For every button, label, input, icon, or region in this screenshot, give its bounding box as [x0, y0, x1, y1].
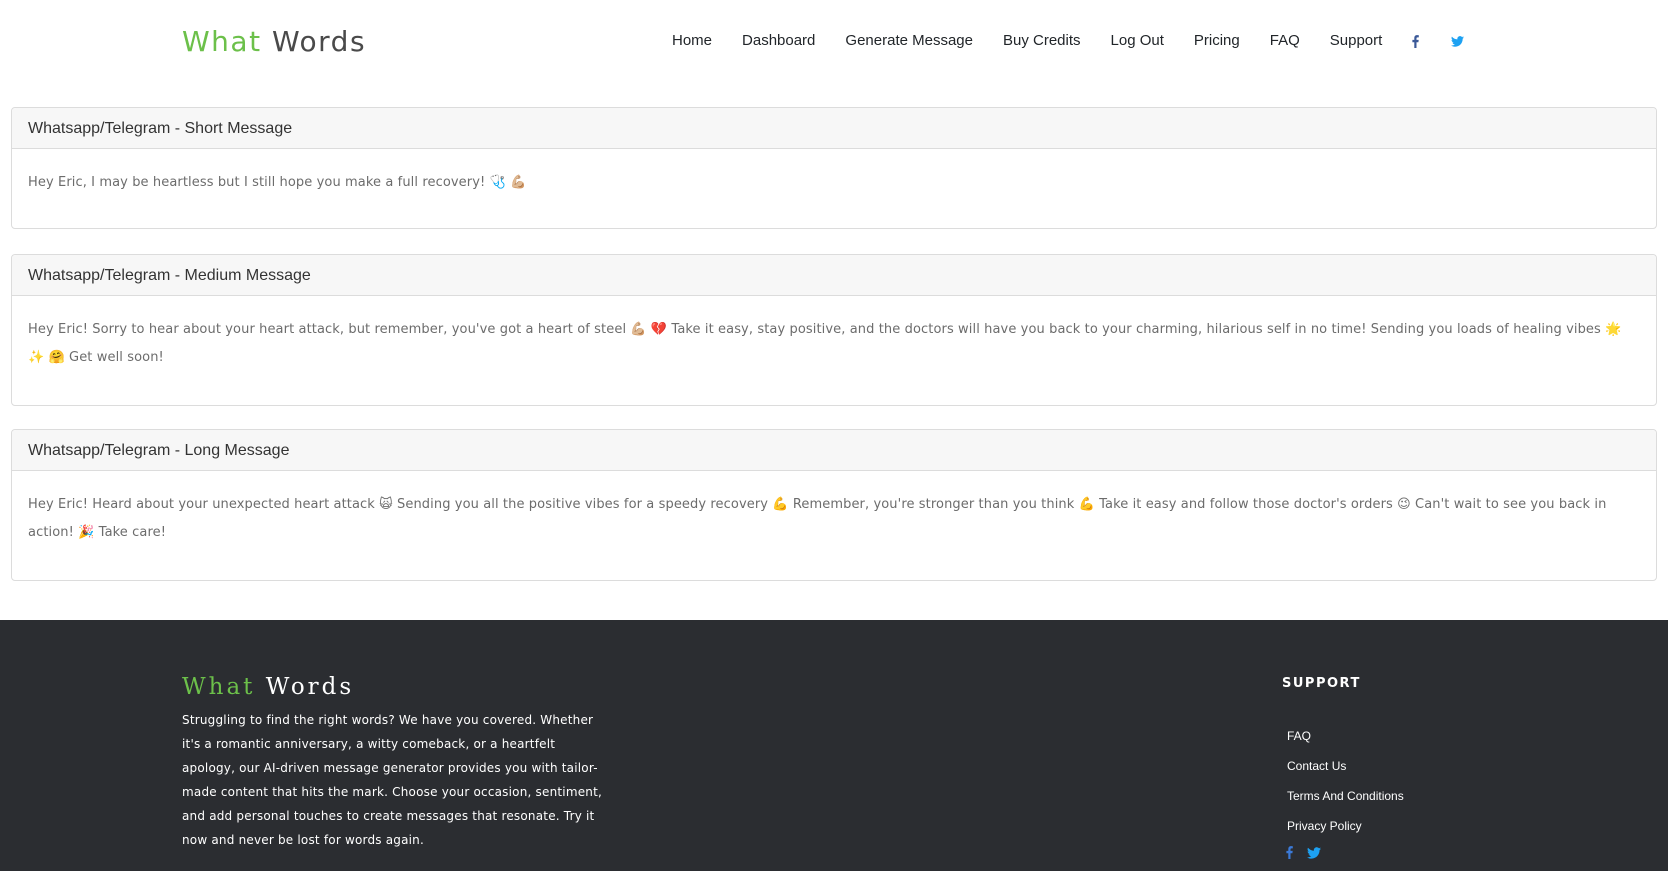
footer-privacy-link[interactable]: Privacy Policy [1287, 819, 1362, 833]
medium-message-card: Whatsapp/Telegram - Medium Message Hey E… [11, 254, 1657, 406]
nav-buy-credits-link[interactable]: Buy Credits [1003, 26, 1081, 56]
logo-word-words: Words [271, 25, 367, 58]
long-message-text: Hey Eric! Heard about your unexpected he… [28, 497, 1607, 540]
footer-terms-link[interactable]: Terms And Conditions [1287, 789, 1404, 803]
footer-social [1286, 846, 1321, 864]
main-nav: Home Dashboard Generate Message Buy Cred… [672, 26, 1496, 56]
long-message-title: Whatsapp/Telegram - Long Message [12, 430, 1656, 471]
twitter-icon[interactable] [1307, 846, 1321, 864]
short-message-text: Hey Eric, I may be heartless but I still… [28, 175, 527, 190]
site-footer: What Words Struggling to find the right … [0, 620, 1668, 871]
short-message-title: Whatsapp/Telegram - Short Message [12, 108, 1656, 149]
footer-faq-link[interactable]: FAQ [1287, 729, 1311, 743]
twitter-icon[interactable] [1451, 26, 1465, 56]
short-message-card: Whatsapp/Telegram - Short Message Hey Er… [11, 107, 1657, 229]
nav-support-link[interactable]: Support [1330, 26, 1383, 56]
site-header: What Words Home Dashboard Generate Messa… [0, 0, 1668, 84]
nav-pricing-link[interactable]: Pricing [1194, 26, 1240, 56]
nav-dashboard-link[interactable]: Dashboard [742, 26, 815, 56]
footer-support-heading: SUPPORT [1282, 676, 1361, 691]
footer-link-item: FAQ [1287, 724, 1404, 754]
nav-log-out-link[interactable]: Log Out [1111, 26, 1164, 56]
medium-message-title: Whatsapp/Telegram - Medium Message [12, 255, 1656, 296]
footer-link-item: Privacy Policy [1287, 814, 1404, 844]
footer-description: Struggling to find the right words? We h… [182, 713, 603, 847]
footer-link-item: Terms And Conditions [1287, 784, 1404, 814]
footer-support-links: FAQ Contact Us Terms And Conditions Priv… [1287, 724, 1404, 844]
facebook-icon[interactable] [1412, 26, 1420, 56]
nav-generate-message-link[interactable]: Generate Message [845, 26, 973, 56]
logo-word-what: What [182, 25, 262, 58]
footer-link-item: Contact Us [1287, 754, 1404, 784]
facebook-icon[interactable] [1286, 846, 1293, 864]
footer-contact-us-link[interactable]: Contact Us [1287, 759, 1346, 773]
nav-home-link[interactable]: Home [672, 26, 712, 56]
footer-logo-word-what: What [182, 674, 256, 700]
footer-logo[interactable]: What Words [182, 672, 354, 702]
medium-message-text: Hey Eric! Sorry to hear about your heart… [28, 322, 1622, 365]
footer-logo-word-words: Words [265, 674, 355, 700]
site-logo[interactable]: What Words [182, 24, 366, 60]
long-message-card: Whatsapp/Telegram - Long Message Hey Eri… [11, 429, 1657, 581]
nav-faq-link[interactable]: FAQ [1270, 26, 1300, 56]
